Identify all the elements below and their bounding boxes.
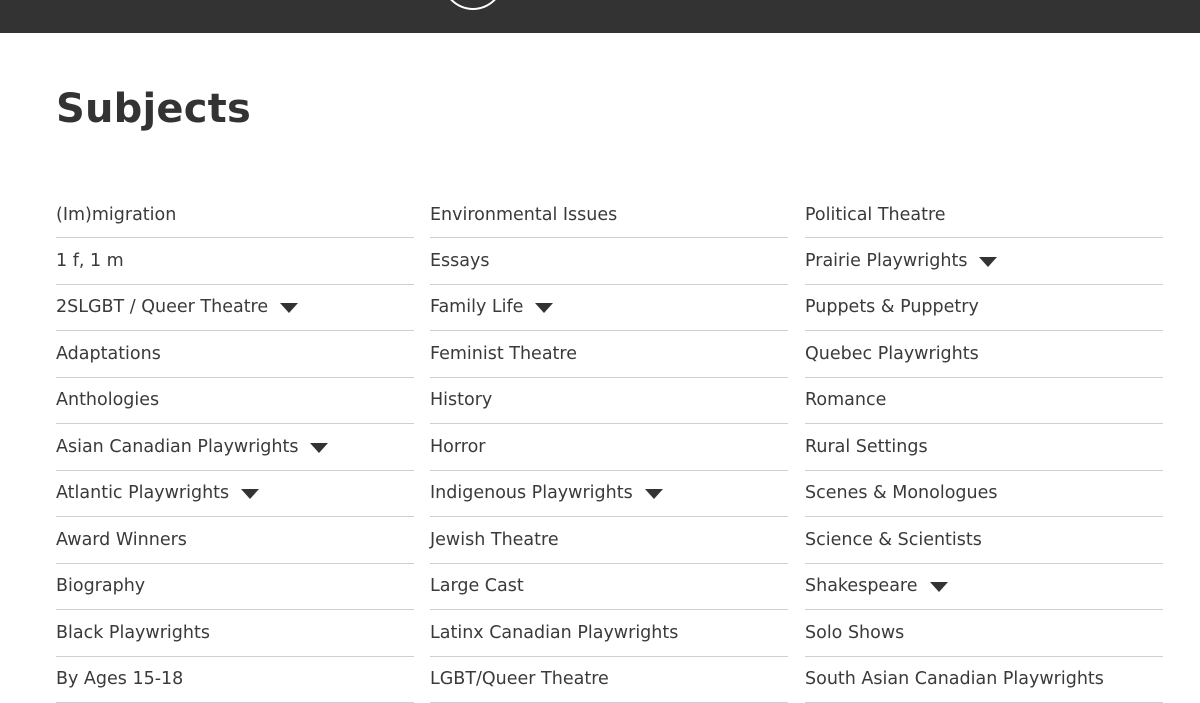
- subject-item-label: (Im)migration: [56, 205, 176, 225]
- subjects-column-1: (Im)migration 1 f, 1 m 2SLGBT / Queer Thea…: [56, 192, 414, 703]
- caret-down-icon[interactable]: [930, 582, 948, 592]
- subject-item-label: Latinx Canadian Playwrights: [430, 623, 678, 643]
- subject-item[interactable]: Anthologies: [56, 378, 414, 425]
- subject-item[interactable]: Award Winners: [56, 517, 414, 564]
- subjects-column-3: Political Theatre Prairie Playwrights Pupp…: [805, 192, 1163, 703]
- top-navigation-bar: [0, 0, 1200, 33]
- caret-down-icon[interactable]: [280, 303, 298, 313]
- subject-item-label: Asian Canadian Playwrights: [56, 437, 298, 457]
- subject-item[interactable]: Science & Scientists: [805, 517, 1163, 564]
- subject-item[interactable]: Environmental Issues: [430, 192, 788, 238]
- subject-item[interactable]: By Ages 15-18: [56, 657, 414, 703]
- subject-item[interactable]: Feminist Theatre: [430, 331, 788, 378]
- subject-item-label: Indigenous Playwrights: [430, 483, 633, 503]
- subject-item[interactable]: Latinx Canadian Playwrights: [430, 610, 788, 657]
- subject-item-label: Environmental Issues: [430, 205, 617, 225]
- subject-item-label: Horror: [430, 437, 485, 457]
- subject-item-label: Essays: [430, 251, 490, 271]
- subject-item[interactable]: Black Playwrights: [56, 610, 414, 657]
- subject-item[interactable]: Adaptations: [56, 331, 414, 378]
- subject-item-label: Jewish Theatre: [430, 530, 559, 550]
- subject-item[interactable]: Scenes & Monologues: [805, 471, 1163, 518]
- caret-down-icon[interactable]: [535, 303, 553, 313]
- subject-item-label: South Asian Canadian Playwrights: [805, 669, 1104, 689]
- subject-item[interactable]: Puppets & Puppetry: [805, 285, 1163, 332]
- subject-item-label: Atlantic Playwrights: [56, 483, 229, 503]
- subject-item-label: By Ages 15-18: [56, 669, 183, 689]
- subject-item[interactable]: Prairie Playwrights: [805, 238, 1163, 285]
- subject-item[interactable]: Biography: [56, 564, 414, 611]
- subjects-column-2: Environmental Issues Essays Family Life Fem…: [430, 192, 788, 703]
- subject-item[interactable]: South Asian Canadian Playwrights: [805, 657, 1163, 703]
- subject-item-label: Romance: [805, 390, 886, 410]
- subject-item-label: Shakespeare: [805, 576, 918, 596]
- subject-item[interactable]: (Im)migration: [56, 192, 414, 238]
- subject-item-label: Adaptations: [56, 344, 161, 364]
- subject-item-label: 1 f, 1 m: [56, 251, 124, 271]
- subject-item[interactable]: Atlantic Playwrights: [56, 471, 414, 518]
- subject-item[interactable]: Romance: [805, 378, 1163, 425]
- subject-item[interactable]: History: [430, 378, 788, 425]
- subject-item[interactable]: Jewish Theatre: [430, 517, 788, 564]
- subject-item-label: Black Playwrights: [56, 623, 210, 643]
- subject-item-label: Puppets & Puppetry: [805, 297, 979, 317]
- caret-down-icon[interactable]: [241, 489, 259, 499]
- subject-item-label: Award Winners: [56, 530, 187, 550]
- subject-item[interactable]: 2SLGBT / Queer Theatre: [56, 285, 414, 332]
- caret-down-icon[interactable]: [645, 489, 663, 499]
- page-title: Subjects: [56, 86, 251, 132]
- subject-item[interactable]: Rural Settings: [805, 424, 1163, 471]
- subject-item[interactable]: Solo Shows: [805, 610, 1163, 657]
- caret-down-icon[interactable]: [310, 443, 328, 453]
- subject-item-label: Rural Settings: [805, 437, 928, 457]
- subject-item-label: LGBT/Queer Theatre: [430, 669, 609, 689]
- subject-item-label: Quebec Playwrights: [805, 344, 979, 364]
- subject-item-label: Large Cast: [430, 576, 524, 596]
- subject-item[interactable]: Political Theatre: [805, 192, 1163, 238]
- subject-item-label: History: [430, 390, 492, 410]
- subject-item[interactable]: Horror: [430, 424, 788, 471]
- subject-item[interactable]: Large Cast: [430, 564, 788, 611]
- subject-item[interactable]: Essays: [430, 238, 788, 285]
- subject-item-label: Family Life: [430, 297, 523, 317]
- subject-item-label: Scenes & Monologues: [805, 483, 998, 503]
- subject-item-label: Prairie Playwrights: [805, 251, 967, 271]
- subject-item[interactable]: Shakespeare: [805, 564, 1163, 611]
- subject-item-label: 2SLGBT / Queer Theatre: [56, 297, 268, 317]
- subject-item-label: Science & Scientists: [805, 530, 982, 550]
- subject-item[interactable]: Indigenous Playwrights: [430, 471, 788, 518]
- caret-down-icon[interactable]: [979, 257, 997, 267]
- subject-item[interactable]: Quebec Playwrights: [805, 331, 1163, 378]
- subject-item-label: Solo Shows: [805, 623, 904, 643]
- subject-item-label: Anthologies: [56, 390, 159, 410]
- subject-item-label: Biography: [56, 576, 145, 596]
- subject-item-label: Feminist Theatre: [430, 344, 577, 364]
- subject-item[interactable]: Asian Canadian Playwrights: [56, 424, 414, 471]
- subject-item[interactable]: Family Life: [430, 285, 788, 332]
- subject-item[interactable]: LGBT/Queer Theatre: [430, 657, 788, 703]
- logo-circle-icon[interactable]: [442, 0, 504, 10]
- subject-item-label: Political Theatre: [805, 205, 946, 225]
- subject-item[interactable]: 1 f, 1 m: [56, 238, 414, 285]
